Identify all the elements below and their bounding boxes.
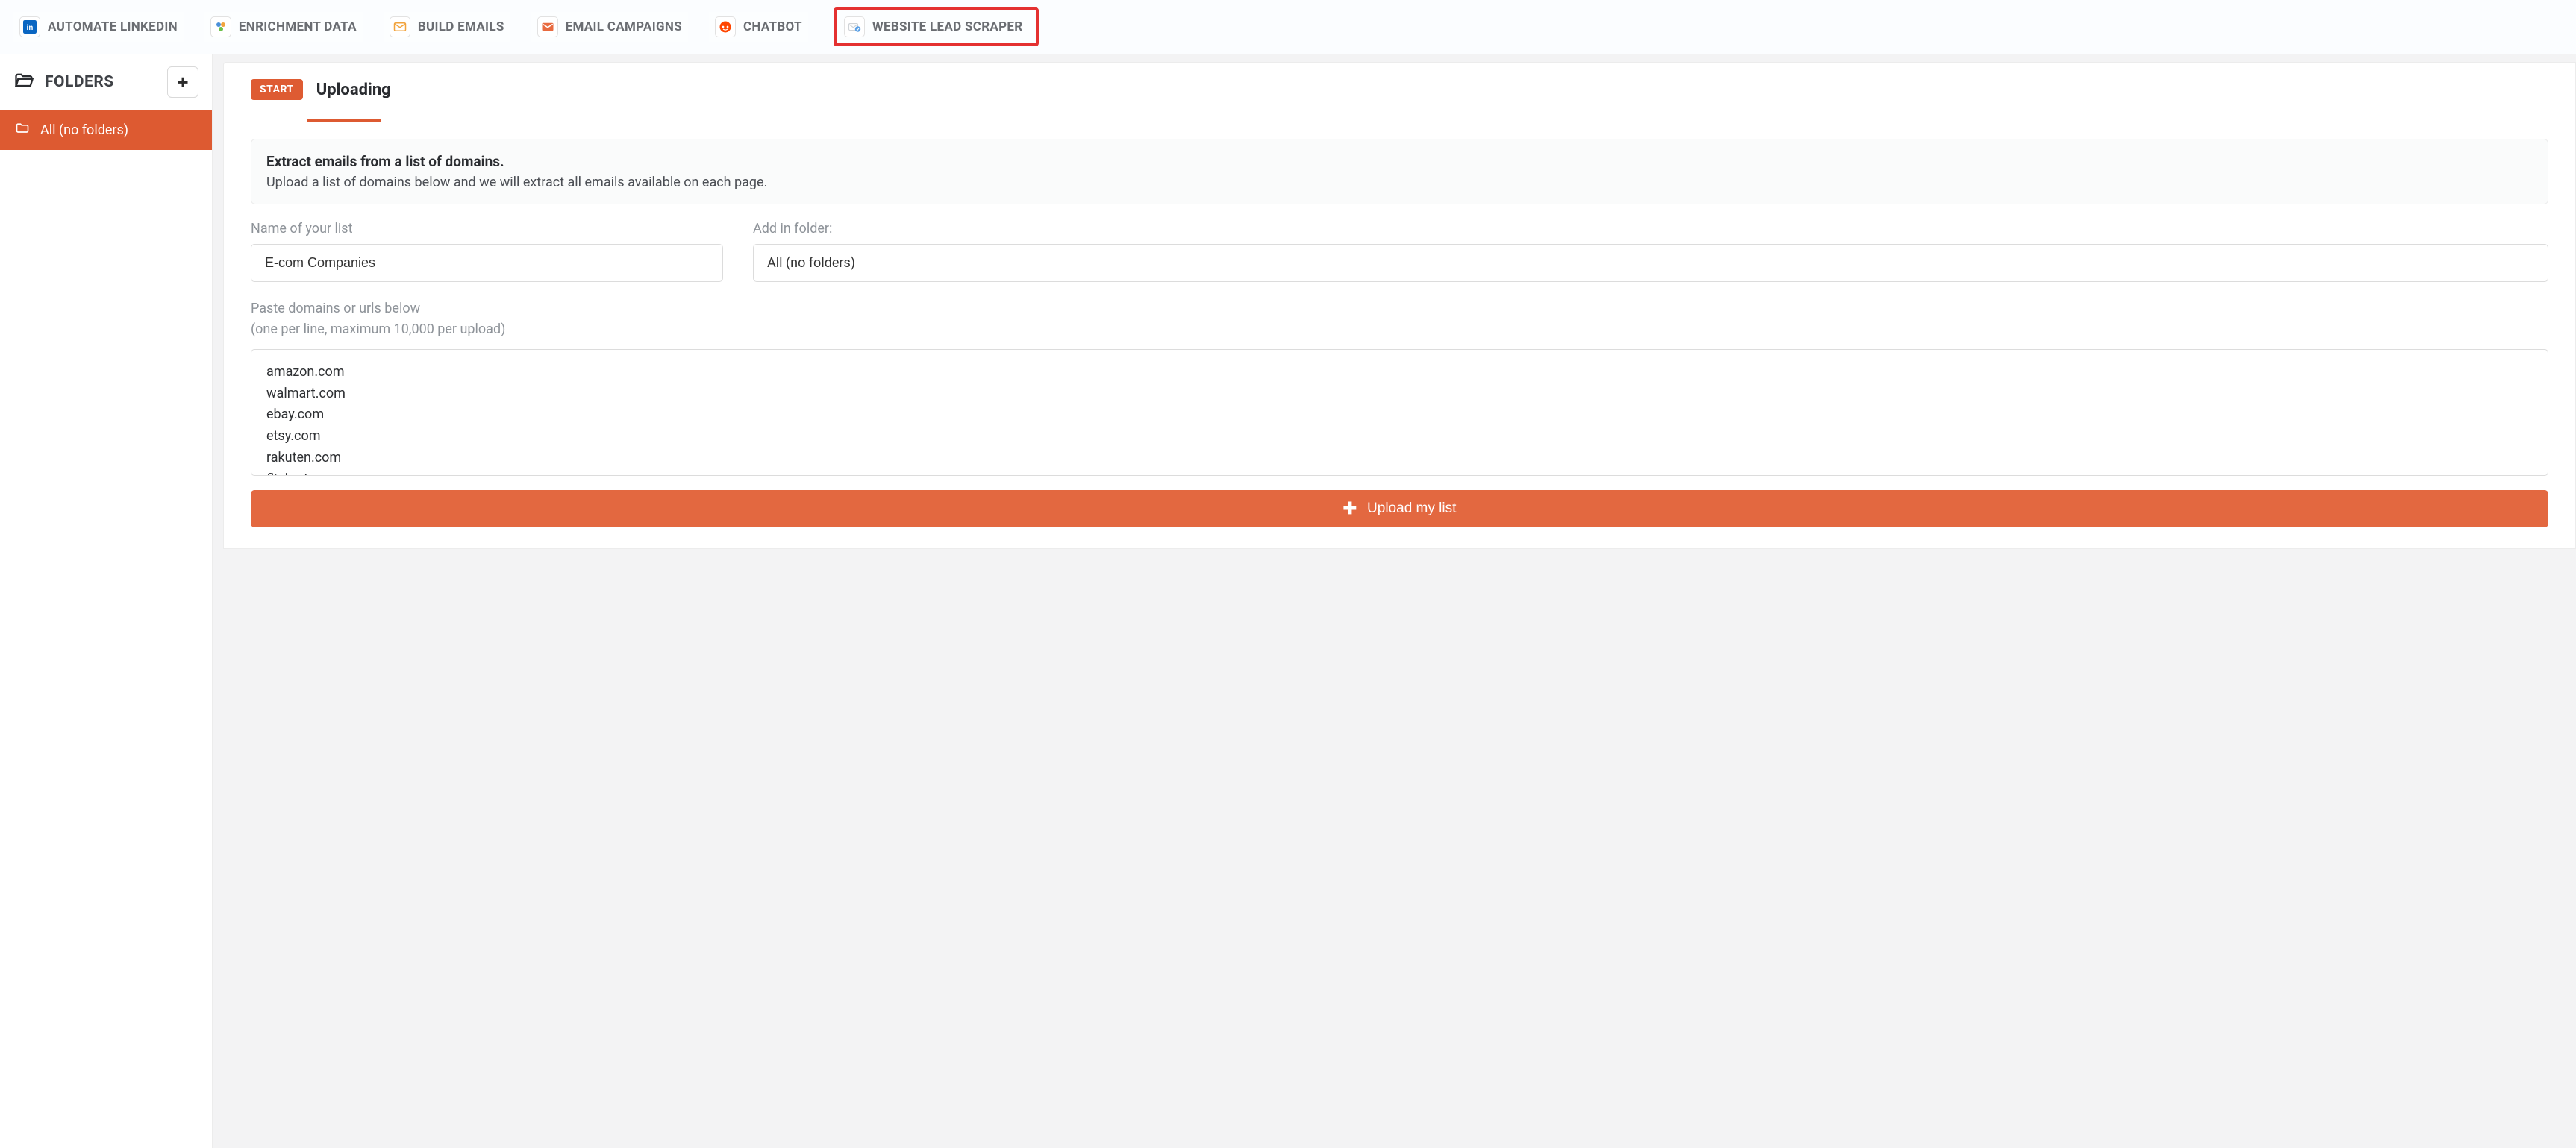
nav-chatbot[interactable]: CHATBOT [709, 12, 808, 42]
list-name-input[interactable] [251, 244, 723, 282]
content-area: Extract emails from a list of domains. U… [224, 122, 2575, 548]
nav-build-emails[interactable]: BUILD EMAILS [384, 12, 510, 42]
nav-enrichment-data[interactable]: ENRICHMENT DATA [204, 12, 363, 42]
info-title: Extract emails from a list of domains. [266, 153, 2533, 170]
active-tab-indicator [307, 119, 381, 122]
folders-header: FOLDERS + [0, 54, 212, 110]
nav-automate-linkedin[interactable]: in AUTOMATE LINKEDIN [13, 12, 184, 42]
info-subtitle: Upload a list of domains below and we wi… [266, 175, 2533, 190]
add-folder-button[interactable]: + [167, 66, 198, 98]
plus-icon: + [177, 71, 188, 94]
sidebar-item-all[interactable]: All (no folders) [0, 110, 212, 150]
tab-uploading[interactable]: Uploading [316, 81, 391, 99]
domains-textarea[interactable] [251, 349, 2548, 476]
folder-open-icon [13, 70, 34, 95]
upload-button-label: Upload my list [1367, 501, 1456, 517]
nav-label: ENRICHMENT DATA [239, 19, 357, 34]
paste-label-line1: Paste domains or urls below [251, 298, 2548, 319]
folder-select-label: Add in folder: [753, 221, 2548, 236]
linkedin-icon: in [19, 16, 40, 37]
list-name-label: Name of your list [251, 221, 723, 236]
folder-select[interactable]: All (no folders) [753, 244, 2548, 282]
build-emails-icon [390, 16, 410, 37]
top-navigation: in AUTOMATE LINKEDIN ENRICHMENT DATA BUI… [0, 0, 2576, 54]
plus-icon: ✚ [1343, 501, 1357, 517]
email-campaigns-icon [537, 16, 558, 37]
website-scraper-icon [844, 16, 865, 37]
paste-label-line2: (one per line, maximum 10,000 per upload… [251, 319, 2548, 340]
nav-website-lead-scraper[interactable]: WEBSITE LEAD SCRAPER [834, 7, 1040, 46]
folder-icon [15, 121, 30, 139]
start-badge: START [251, 79, 303, 100]
nav-label: AUTOMATE LINKEDIN [48, 19, 178, 34]
main-layout: FOLDERS + All (no folders) START Uploadi… [0, 54, 2576, 1148]
form-row: Name of your list Add in folder: All (no… [251, 221, 2548, 282]
enrichment-icon [210, 16, 231, 37]
upload-list-button[interactable]: ✚ Upload my list [251, 490, 2548, 527]
nav-email-campaigns[interactable]: EMAIL CAMPAIGNS [531, 12, 688, 42]
folder-select-value: All (no folders) [767, 255, 855, 271]
paste-domains-label: Paste domains or urls below (one per lin… [251, 298, 2548, 340]
nav-label: EMAIL CAMPAIGNS [566, 19, 682, 34]
info-box: Extract emails from a list of domains. U… [251, 139, 2548, 204]
main-content: START Uploading Extract emails from a li… [213, 54, 2576, 1148]
svg-text:in: in [26, 24, 33, 32]
uploading-card: START Uploading Extract emails from a li… [223, 62, 2576, 549]
card-header: START Uploading [224, 63, 2575, 100]
sidebar: FOLDERS + All (no folders) [0, 54, 213, 1148]
chatbot-icon [715, 16, 736, 37]
nav-label: WEBSITE LEAD SCRAPER [872, 19, 1023, 34]
nav-label: CHATBOT [743, 19, 802, 34]
nav-label: BUILD EMAILS [418, 19, 504, 34]
folders-title: FOLDERS [45, 73, 114, 91]
sidebar-item-label: All (no folders) [40, 122, 128, 138]
